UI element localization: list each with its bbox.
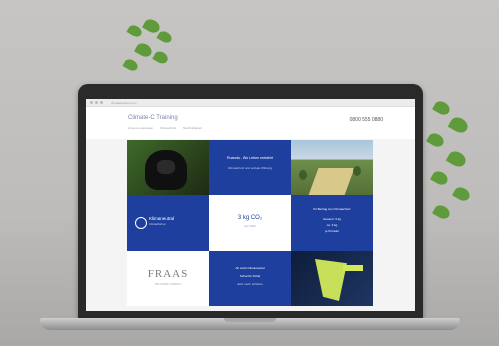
site-nav: Unsere Leistungen Klimaschutz Nachhaltig… bbox=[128, 126, 208, 130]
phone-number[interactable]: 0800 555 0880 bbox=[350, 117, 383, 123]
window-dot[interactable] bbox=[100, 101, 103, 104]
road-image bbox=[307, 168, 355, 195]
laptop-notch bbox=[224, 318, 276, 322]
facts-line: je Produkt bbox=[325, 229, 339, 233]
gorilla-face bbox=[157, 160, 175, 174]
tile-fraas-logo[interactable]: FRAAS THE SCARF COMPANY bbox=[127, 251, 209, 306]
tile-landscape-photo bbox=[291, 140, 373, 195]
site-header: Climate-C Training Unsere Leistungen Kli… bbox=[86, 107, 415, 139]
tile-rwanda-text: Klimaschutz und soziale Wirkung bbox=[227, 166, 273, 170]
co2-sub: pro Tuch bbox=[244, 224, 256, 228]
facts-line: Gesamt: 3 kg bbox=[323, 217, 341, 221]
tile-scarf-photo bbox=[291, 251, 373, 306]
tile-grid: Ruanda - Wo Leben entsteht Klimaschutz u… bbox=[127, 140, 373, 306]
address-bar[interactable]: climatepartner.com bbox=[111, 101, 136, 105]
tile-facts[interactable]: Ihr Beitrag zum Klimaschutz Gesamt: 3 kg… bbox=[291, 195, 373, 251]
window-dot[interactable] bbox=[95, 101, 98, 104]
facts-line: ca. 3 kg bbox=[326, 223, 338, 227]
tile-co2: 3 kg CO₂ pro Tuch bbox=[209, 195, 291, 251]
nav-item[interactable]: Klimaschutz bbox=[160, 126, 176, 130]
message-line: Schal für Schal bbox=[239, 274, 261, 278]
climate-badge-label: Klimaneutral bbox=[149, 216, 175, 221]
message-line: Ab sofort klimaneutral bbox=[235, 266, 265, 270]
fraas-tagline: THE SCARF COMPANY bbox=[154, 283, 182, 286]
browser-toolbar: climatepartner.com bbox=[86, 99, 415, 107]
climate-badge-icon bbox=[135, 217, 147, 229]
tile-gorilla-photo bbox=[127, 140, 209, 195]
nav-item[interactable]: Nachhaltigkeit bbox=[183, 126, 202, 130]
site-title[interactable]: Climate-C Training bbox=[128, 115, 178, 121]
facts-title: Ihr Beitrag zum Klimaschutz bbox=[313, 207, 351, 211]
tile-rwanda-title: Ruanda - Wo Leben entsteht bbox=[227, 156, 273, 160]
co2-value: 3 kg CO₂ bbox=[237, 215, 263, 221]
fraas-logo: FRAAS bbox=[147, 268, 189, 280]
tile-rwanda[interactable]: Ruanda - Wo Leben entsteht Klimaschutz u… bbox=[209, 140, 291, 195]
tree-icon bbox=[299, 170, 307, 180]
laptop-screen: climatepartner.com Climate-C Training Un… bbox=[86, 99, 415, 311]
tree-icon bbox=[353, 166, 361, 176]
window-dot[interactable] bbox=[90, 101, 93, 104]
scarf-label-band bbox=[343, 265, 363, 271]
message-line: Jetzt mehr erfahren bbox=[236, 282, 263, 286]
nav-item[interactable]: Unsere Leistungen bbox=[128, 126, 153, 130]
plant-left bbox=[118, 16, 188, 88]
plant-right bbox=[420, 96, 490, 246]
climate-badge-sub: ClimatePartner bbox=[149, 223, 166, 226]
tile-message[interactable]: Ab sofort klimaneutral Schal für Schal J… bbox=[209, 251, 291, 306]
mockup-scene: climatepartner.com Climate-C Training Un… bbox=[0, 0, 499, 346]
tile-climate-neutral[interactable]: Klimaneutral ClimatePartner bbox=[127, 195, 209, 251]
